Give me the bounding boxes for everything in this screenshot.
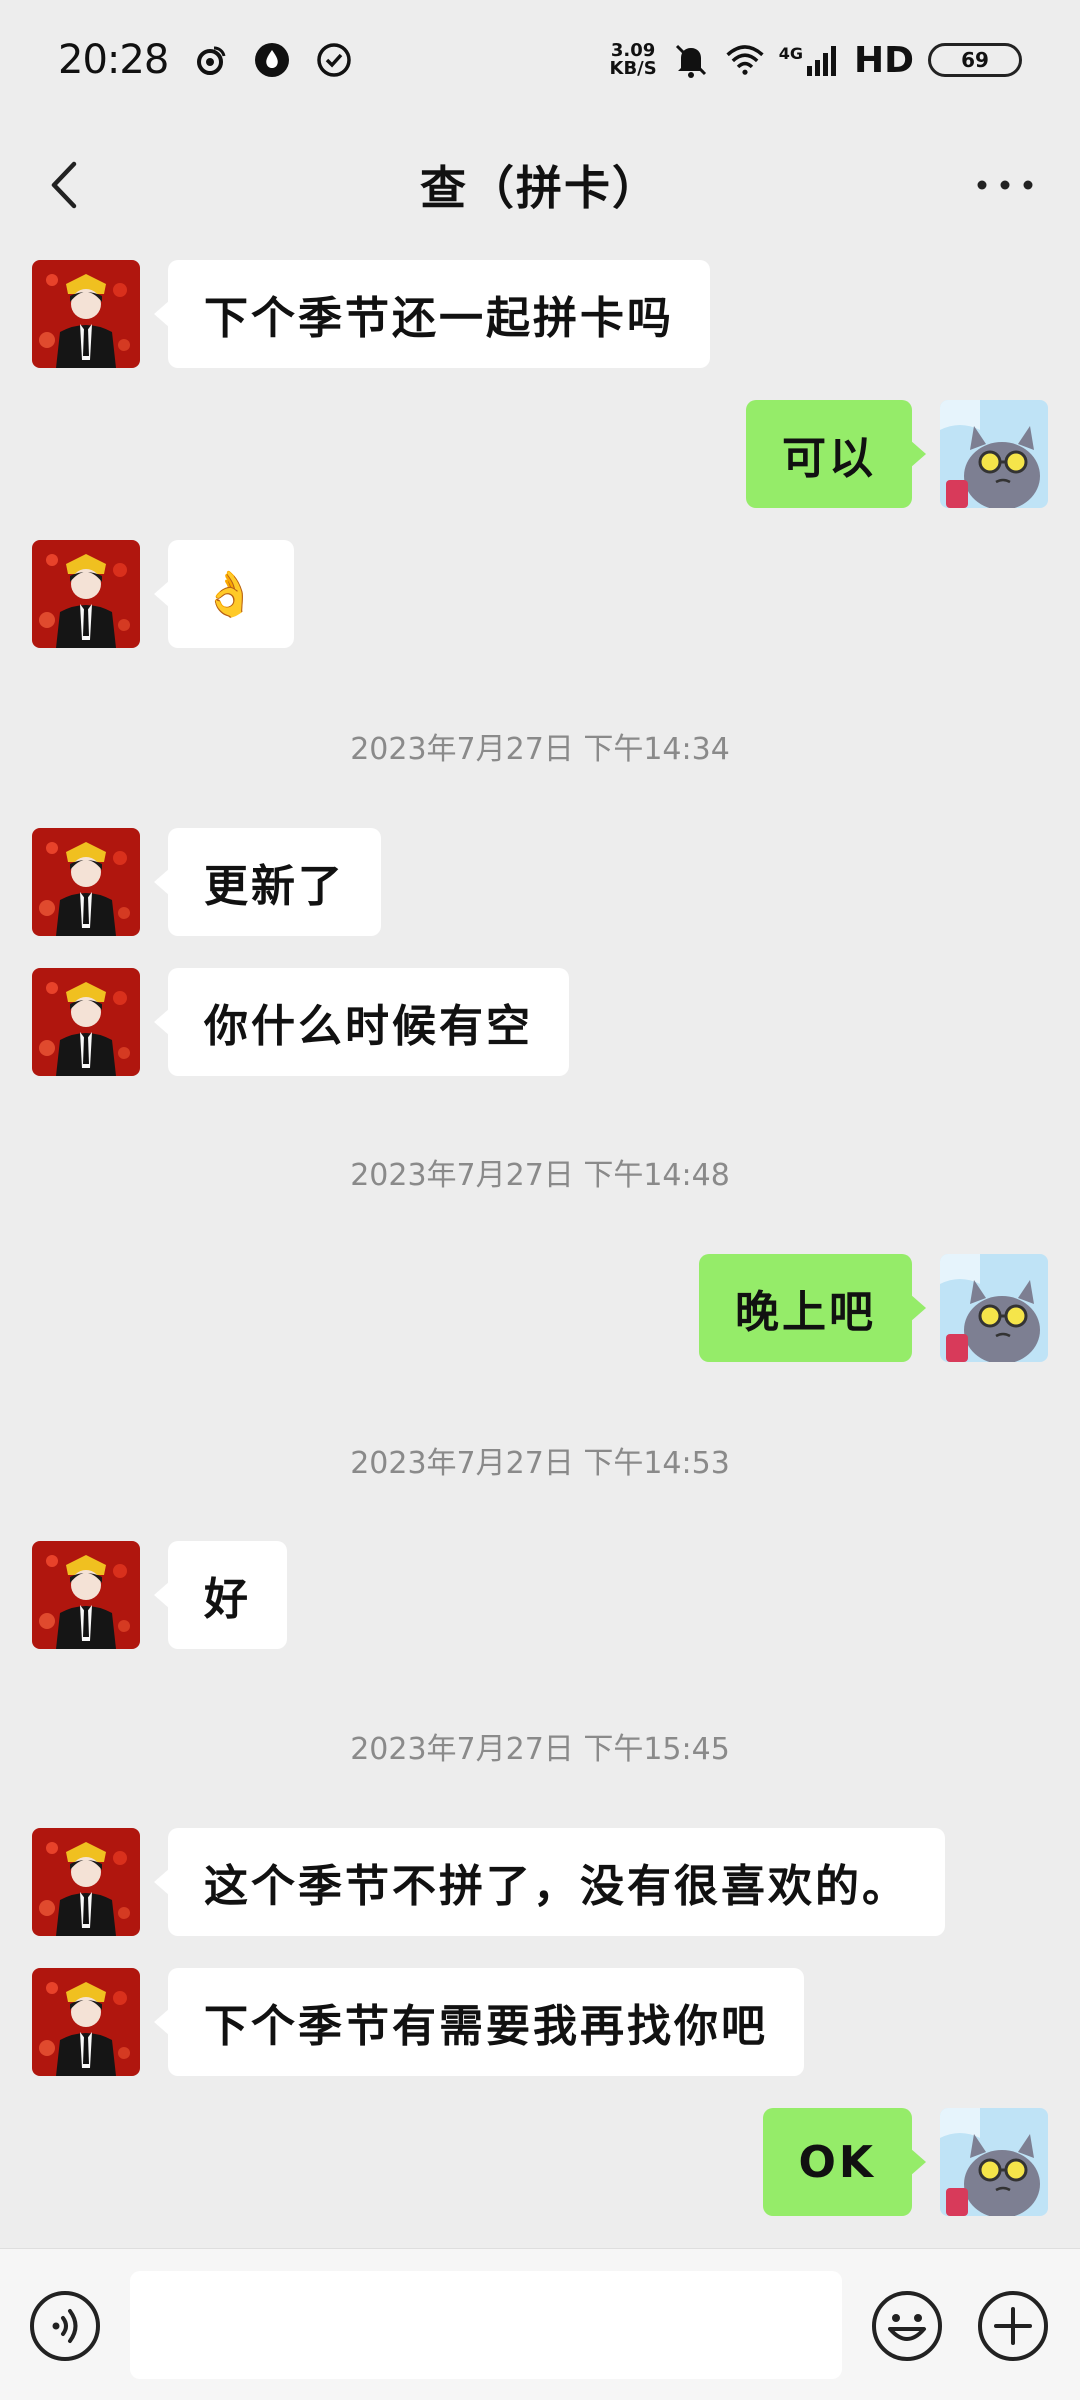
contact-avatar[interactable] bbox=[32, 1541, 140, 1649]
voice-icon bbox=[30, 2291, 100, 2361]
contact-avatar[interactable] bbox=[32, 260, 140, 368]
contact-avatar[interactable] bbox=[32, 828, 140, 936]
message-bubble-received[interactable]: 你什么时候有空 bbox=[154, 968, 569, 1076]
message-bubble-sent[interactable]: OK bbox=[762, 2108, 926, 2216]
my-avatar[interactable] bbox=[940, 1254, 1048, 1362]
chat-timestamp: 2023年7月27日 下午14:48 bbox=[350, 1158, 730, 1193]
message-bubble-received[interactable]: 这个季节不拼了，没有很喜欢的。 bbox=[154, 1828, 945, 1936]
message-bubble-received[interactable]: 下个季节有需要我再找你吧 bbox=[154, 1968, 804, 2076]
message-bubble-received[interactable]: 好 bbox=[154, 1541, 287, 1649]
input-bar bbox=[0, 2248, 1080, 2400]
message-bubble-received[interactable]: 👌 bbox=[154, 540, 294, 648]
chat-area: 下个季节还一起拼卡吗 可以 👌 2023年7月27日 下午14:34 更新了 你… bbox=[0, 0, 1080, 2400]
plus-icon bbox=[978, 2291, 1048, 2361]
chat-timestamp: 2023年7月27日 下午14:34 bbox=[350, 732, 730, 767]
message-bubble-received[interactable]: 下个季节还一起拼卡吗 bbox=[154, 260, 710, 368]
chat-timestamp: 2023年7月27日 下午15:45 bbox=[350, 1732, 730, 1767]
contact-avatar[interactable] bbox=[32, 1828, 140, 1936]
contact-avatar[interactable] bbox=[32, 968, 140, 1076]
contact-avatar[interactable] bbox=[32, 1968, 140, 2076]
message-bubble-sent[interactable]: 晚上吧 bbox=[699, 1254, 926, 1362]
contact-avatar[interactable] bbox=[32, 540, 140, 648]
my-avatar[interactable] bbox=[940, 2108, 1048, 2216]
emoji-button[interactable] bbox=[870, 2289, 944, 2363]
more-functions-button[interactable] bbox=[976, 2289, 1050, 2363]
message-bubble-received[interactable]: 更新了 bbox=[154, 828, 381, 936]
message-input[interactable] bbox=[130, 2271, 842, 2379]
ok-hand-emoji: 👌 bbox=[202, 569, 260, 620]
chat-timestamp: 2023年7月27日 下午14:53 bbox=[350, 1446, 730, 1481]
smiley-icon bbox=[872, 2291, 942, 2361]
message-bubble-sent[interactable]: 可以 bbox=[746, 400, 926, 508]
voice-button[interactable] bbox=[28, 2289, 102, 2363]
my-avatar[interactable] bbox=[940, 400, 1048, 508]
